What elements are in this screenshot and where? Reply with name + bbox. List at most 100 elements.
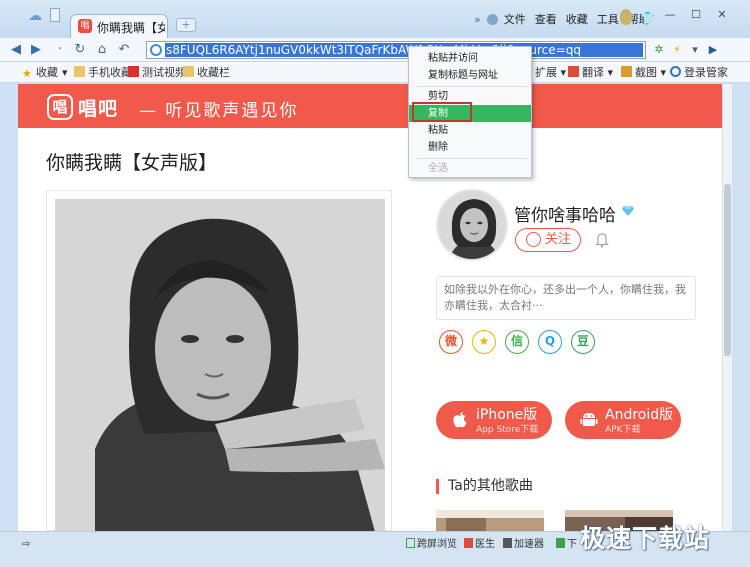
bell-icon[interactable]	[595, 232, 609, 248]
menu-view[interactable]: 查看	[535, 11, 557, 27]
follow-icon	[526, 232, 541, 247]
bookmark-login[interactable]: 登录管家	[670, 65, 728, 81]
tab-title: 你瞒我瞒【女声	[97, 21, 165, 35]
menu-item-delete[interactable]: 删除	[409, 139, 531, 156]
iphone-label: iPhone版	[476, 407, 538, 423]
weibo-icon[interactable]: 微	[439, 330, 463, 354]
copy-highlight-box	[412, 102, 472, 122]
address-tools: ✲ ⚡ ▾ ▶	[652, 42, 720, 58]
minimize-button[interactable]: —	[660, 8, 680, 22]
navigation-bar: ◀ ▶ · ↻ ⌂ ↶ s8FUQL6R6AYtj1nuGV0kkWt3lTQa…	[0, 38, 750, 62]
refresh-icon[interactable]: ↻	[72, 42, 88, 58]
android-sublabel: APK下载	[605, 425, 641, 435]
bookmark-translate[interactable]: 翻译 ▾	[568, 65, 613, 81]
globe-icon	[486, 13, 498, 25]
status-download[interactable]: 下	[556, 538, 577, 552]
doctor-icon	[464, 538, 473, 548]
folder-icon	[74, 66, 85, 77]
apple-icon	[453, 412, 467, 428]
android-icon	[580, 413, 598, 426]
page-scrollbar[interactable]	[722, 84, 732, 531]
wechat-icon[interactable]: 信	[505, 330, 529, 354]
new-tab-button[interactable]: +	[176, 18, 196, 32]
dropdown-icon[interactable]: ▾	[688, 42, 702, 58]
page-icon[interactable]	[50, 8, 60, 22]
back-icon[interactable]: ◀	[8, 42, 24, 58]
site-watermark: 极速下载站	[580, 524, 711, 553]
diamond-icon	[622, 206, 634, 216]
bookmark-video[interactable]: 测试视频	[128, 65, 186, 81]
security-icon	[150, 44, 162, 56]
share-buttons: 微 ★ 信 Q 豆	[439, 330, 595, 354]
translate-icon	[568, 66, 579, 77]
status-accelerator[interactable]: 加速器	[503, 538, 544, 552]
skin-icon[interactable]: 👕	[640, 11, 655, 25]
other-songs-title: Ta的其他歌曲	[436, 479, 533, 494]
song-title: 你瞒我瞒【女声版】	[46, 152, 218, 174]
cover-photo-frame	[46, 190, 392, 531]
undo-icon[interactable]: ↶	[116, 42, 132, 58]
gear-icon[interactable]: ✲	[652, 42, 666, 58]
artist-avatar[interactable]	[436, 189, 508, 261]
menu-favorites[interactable]: 收藏	[566, 11, 588, 27]
iphone-sublabel: App Store下载	[476, 425, 539, 435]
browser-tab[interactable]: 唱 你瞒我瞒【女声	[70, 14, 168, 38]
artist-bio: 如除我以外在你心，还多出一个人，你瞒住我，我亦瞒住我，太合衬···	[436, 276, 696, 320]
chevron-down-icon[interactable]: ▾	[62, 65, 68, 81]
bookmark-mobile[interactable]: 手机收藏	[74, 65, 132, 81]
logo-icon[interactable]: 唱	[47, 94, 73, 120]
bookmark-extensions[interactable]: 扩展 ▾	[535, 65, 566, 81]
address-bar[interactable]: s8FUQL6R6AYtj1nuGV0kkWt3lTQaFrKbAW1GX...…	[146, 41, 646, 59]
menu-item-copy-title-url[interactable]: 复制标题与网址	[409, 67, 531, 84]
menu-item-paste-and-go[interactable]: 粘贴并访问	[409, 50, 531, 67]
sidebar-toggle-icon[interactable]: ⇨	[22, 538, 30, 552]
cover-photo[interactable]	[55, 199, 385, 531]
follow-label: 关注	[545, 232, 572, 247]
iphone-download-button[interactable]: iPhone版 App Store下载	[436, 401, 552, 439]
plane-icon	[503, 538, 512, 548]
cloud-icon[interactable]: ☁	[28, 8, 44, 24]
status-doctor[interactable]: 医生	[464, 538, 495, 552]
menu-item-select-all: 全选	[428, 163, 448, 174]
site-header: 唱 唱吧 — 听见歌声遇见你	[18, 84, 722, 128]
bookmark-favorites[interactable]: ★ 收藏	[22, 65, 58, 81]
menu-item-paste[interactable]: 粘贴	[409, 122, 531, 139]
address-input[interactable]: s8FUQL6R6AYtj1nuGV0kkWt3lTQaFrKbAW1GX...…	[165, 43, 643, 57]
site-logo[interactable]: 唱吧	[78, 94, 118, 121]
phone-icon	[406, 538, 415, 548]
status-cross-screen[interactable]: 跨屏浏览	[406, 538, 457, 552]
maximize-button[interactable]: ☐	[686, 8, 706, 22]
scissors-icon	[621, 66, 632, 77]
speed-icon[interactable]: ⚡	[670, 42, 684, 58]
menu-expand-icon[interactable]: »	[474, 13, 481, 26]
folder-icon	[183, 66, 194, 77]
android-download-button[interactable]: Android版 APK下载	[565, 401, 681, 439]
go-icon[interactable]: ▶	[706, 42, 720, 58]
android-label: Android版	[605, 407, 674, 423]
menu-separator	[417, 86, 527, 87]
star-icon: ★	[22, 67, 32, 80]
bookmark-bar[interactable]: 收藏栏	[183, 65, 230, 81]
search-icon	[670, 66, 681, 77]
artist-name[interactable]: 管你啥事哈哈	[514, 201, 616, 226]
favicon-icon: 唱	[78, 19, 92, 33]
c-logo-icon	[128, 66, 139, 77]
forward-icon[interactable]: ▶	[28, 42, 44, 58]
medal-icon[interactable]	[620, 9, 632, 25]
title-bar: ☁ 唱 你瞒我瞒【女声 + » 文件 查看 收藏 工具 帮助 👕 — ☐ ✕	[0, 0, 750, 38]
close-button[interactable]: ✕	[712, 8, 732, 22]
window-controls: — ☐ ✕	[660, 8, 732, 22]
follow-button[interactable]: 关注	[515, 228, 581, 252]
menu-separator	[417, 158, 527, 159]
menu-file[interactable]: 文件	[504, 11, 526, 27]
qq-icon[interactable]: Q	[538, 330, 562, 354]
qzone-icon[interactable]: ★	[472, 330, 496, 354]
douban-icon[interactable]: 豆	[571, 330, 595, 354]
bookmarks-bar: ★ 收藏 ▾ 手机收藏 测试视频 收藏栏 扩展 ▾ 翻译 ▾ 截图 ▾ 登录管家	[0, 62, 750, 83]
history-icon[interactable]: ·	[52, 42, 68, 58]
home-icon[interactable]: ⌂	[94, 42, 110, 58]
bookmark-screenshot[interactable]: 截图 ▾	[621, 65, 666, 81]
scrollbar-thumb[interactable]	[724, 184, 731, 356]
menu-tools[interactable]: 工具	[597, 11, 619, 27]
song-thumbnail[interactable]	[436, 510, 544, 531]
